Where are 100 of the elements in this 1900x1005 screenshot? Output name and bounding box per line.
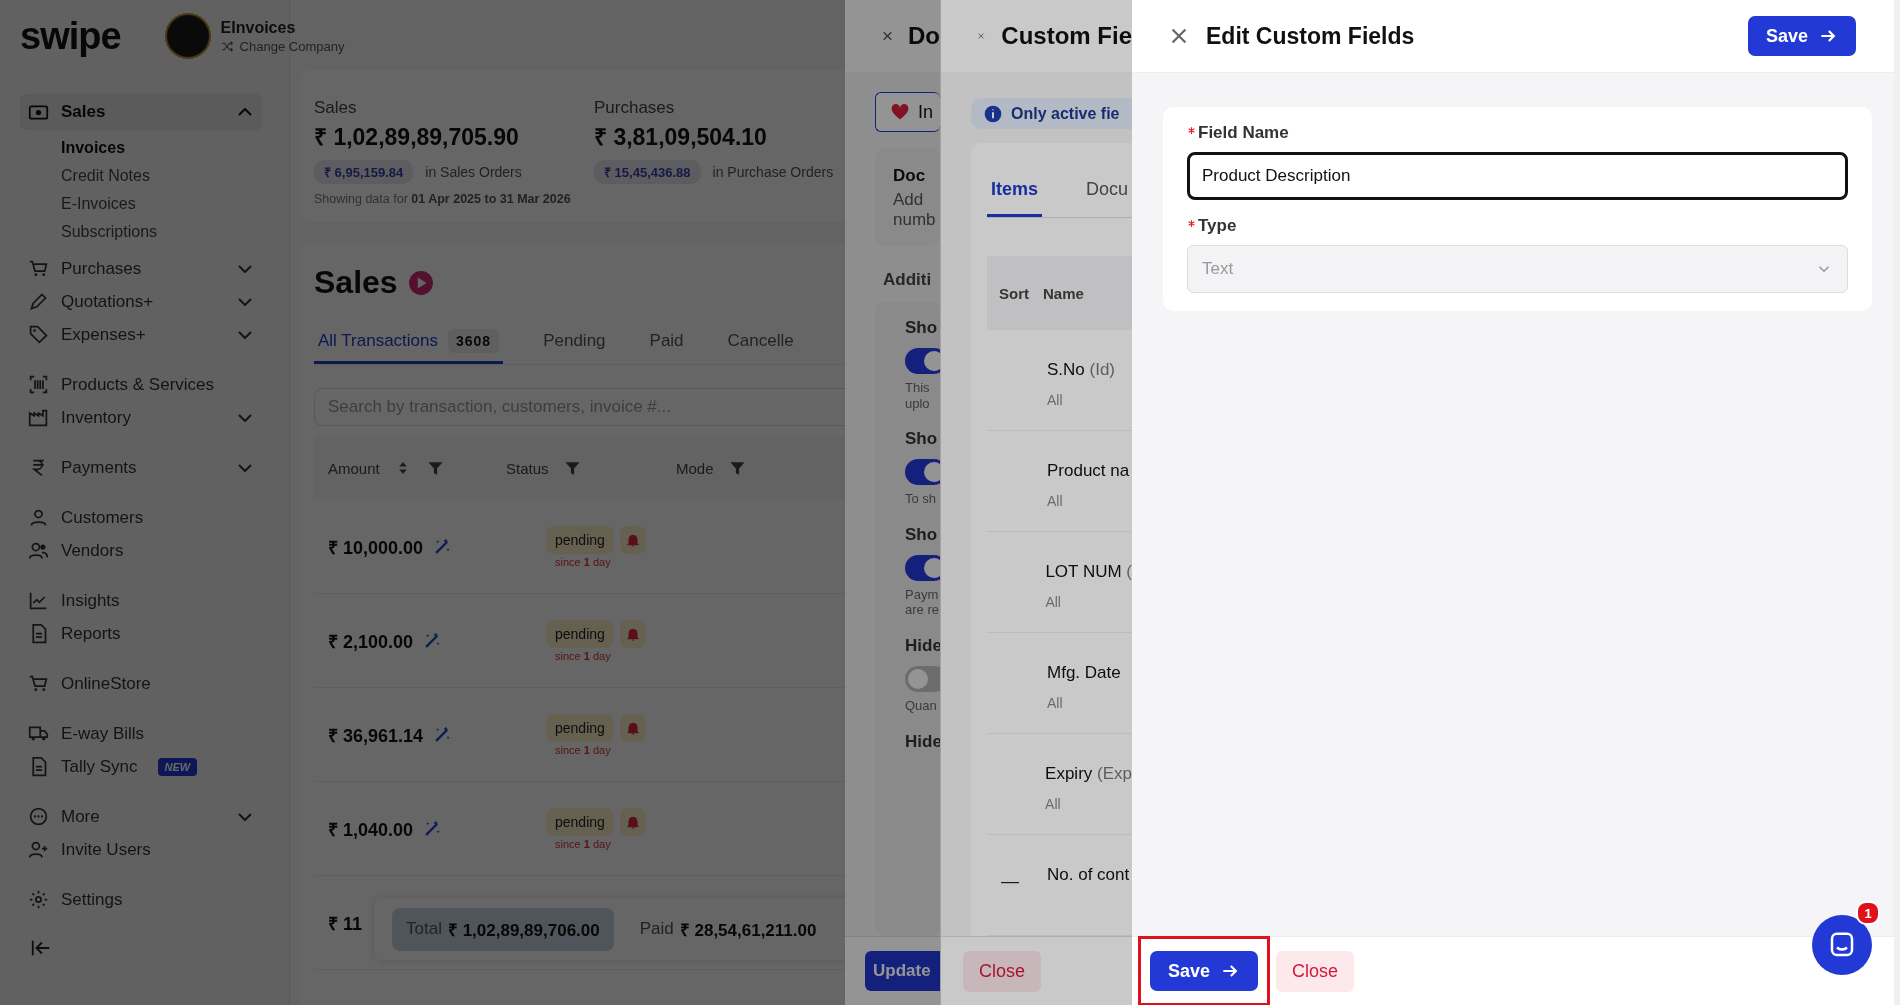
- column-header[interactable]: Amount: [328, 459, 380, 477]
- amount-cell-text: ₹ 2,100.00: [328, 630, 414, 653]
- toggle-switch[interactable]: [905, 554, 940, 581]
- order-amount-chip: ₹ 6,95,159.84: [314, 160, 414, 184]
- since-text: since 1 day: [554, 837, 611, 850]
- feature-button[interactable]: In: [875, 92, 940, 132]
- nav-item[interactable]: Customers: [20, 501, 262, 534]
- since-text: since 1 day: [554, 555, 611, 568]
- order-amount-chip: ₹ 15,45,436.88: [594, 160, 701, 184]
- cart-icon: [28, 673, 49, 694]
- nav-item[interactable]: Settings: [20, 883, 262, 916]
- field-name: Mfg. Date: [1047, 663, 1121, 683]
- column-header: Name: [1043, 284, 1084, 302]
- field-name: Product na: [1047, 461, 1130, 481]
- nav-item[interactable]: OnlineStore: [20, 667, 262, 700]
- field-scope: All: [1047, 695, 1064, 711]
- reminder-button[interactable]: [619, 525, 646, 554]
- total-chip[interactable]: Total ₹ 1,02,89,89,706.00: [392, 907, 614, 951]
- company-name: EInvoices: [220, 18, 297, 37]
- field-name: S.No (Id): [1047, 360, 1116, 380]
- drag-handle[interactable]: —: [1001, 871, 1019, 891]
- nav-item[interactable]: Quotations+: [20, 285, 262, 318]
- drawer-title: Edit Custom Fields: [1206, 22, 1415, 50]
- reminder-button[interactable]: [619, 713, 646, 742]
- column-header: Sort: [999, 284, 1029, 302]
- nav-item[interactable]: Payments: [20, 451, 262, 484]
- order-label: in Purchase Orders: [712, 164, 834, 180]
- play-video-icon: [407, 269, 434, 296]
- amount-cell-text: ₹ 36,961.14: [328, 724, 424, 747]
- nav-subitem[interactable]: E-Invoices: [61, 190, 289, 218]
- nav-item[interactable]: More: [20, 800, 262, 833]
- setting-label: Sho: [905, 318, 939, 338]
- nav-item[interactable]: Tally Sync NEW: [20, 750, 262, 783]
- field-scope: All: [1047, 493, 1064, 509]
- field-label: Field Name: [1198, 123, 1289, 143]
- dots-icon: [28, 806, 49, 827]
- nav-subitem[interactable]: Subscriptions: [61, 218, 289, 246]
- toggle-switch[interactable]: [905, 459, 940, 486]
- order-label: in Sales Orders: [425, 164, 522, 180]
- nav-item[interactable]: Inventory: [20, 401, 262, 434]
- nav-subitem[interactable]: Invoices: [61, 134, 289, 162]
- field-scope: All: [1047, 392, 1064, 408]
- close-button[interactable]: Close: [1276, 950, 1355, 992]
- nav-item[interactable]: Purchases: [20, 252, 262, 285]
- stat-label: Purchases: [594, 98, 676, 118]
- transaction-tab[interactable]: Paid: [645, 323, 688, 364]
- document-card: Doc Add numb: [875, 148, 940, 246]
- field-label: Type: [1198, 216, 1237, 236]
- add-person-icon: [28, 839, 49, 860]
- chart-icon: [28, 590, 49, 611]
- text-field[interactable]: Product Description: [1187, 152, 1848, 200]
- setting-note: To sh: [905, 491, 938, 507]
- transaction-tab[interactable]: All Transactions 3608: [314, 323, 504, 364]
- count-badge: 3608: [448, 329, 500, 353]
- page-title: Sales: [314, 264, 398, 301]
- close-button[interactable]: Close: [963, 950, 1042, 992]
- reminder-button[interactable]: [619, 807, 646, 836]
- company-logo[interactable]: [164, 13, 211, 59]
- nav-item[interactable]: Sales: [20, 94, 262, 130]
- nav-item[interactable]: Expenses+: [20, 318, 262, 351]
- column-header[interactable]: Mode: [676, 459, 714, 477]
- save-button[interactable]: Save: [1747, 16, 1856, 56]
- toggle-switch[interactable]: [905, 665, 940, 692]
- required-icon: [1187, 219, 1196, 228]
- nav-item[interactable]: Products & Services: [20, 368, 262, 401]
- update-button[interactable]: Update: [865, 951, 940, 991]
- nav-subitem[interactable]: Credit Notes: [61, 162, 289, 190]
- reminder-button[interactable]: [619, 619, 646, 648]
- drawer-title: Custom Fie: [1001, 22, 1132, 50]
- nav-item[interactable]: E-way Bills: [20, 717, 262, 750]
- pencil-icon: [28, 291, 49, 312]
- setting-note: Paym are re: [905, 586, 940, 618]
- field-scope: All: [1045, 594, 1062, 610]
- stat-amount: ₹ 1,02,89,89,705.90: [314, 123, 520, 152]
- field-name: LOT NUM (: [1045, 562, 1132, 582]
- toggle-switch[interactable]: [905, 348, 940, 374]
- stat-label: Sales: [314, 98, 358, 118]
- nav-item[interactable]: Reports: [20, 617, 262, 650]
- save-button[interactable]: Save: [1150, 951, 1259, 991]
- transaction-tab[interactable]: Pending: [539, 323, 610, 364]
- status-badge: pending: [546, 807, 614, 836]
- amount-cell-text: ₹ 1,040.00: [328, 818, 414, 841]
- nav-item[interactable]: Insights: [20, 584, 262, 617]
- total-chip[interactable]: Paid ₹ 28,54,61,211.00: [625, 907, 831, 951]
- nav-item[interactable]: Vendors: [20, 534, 262, 567]
- fields-tab[interactable]: Items: [987, 173, 1043, 217]
- setting-label: Sho: [905, 524, 939, 545]
- notification-badge: 1: [1856, 901, 1880, 925]
- field-name: No. of cont: [1047, 865, 1130, 885]
- section-heading: Additi: [883, 270, 933, 290]
- status-badge: pending: [546, 619, 614, 648]
- shuffle-icon: [220, 39, 234, 53]
- column-header[interactable]: Status: [506, 459, 549, 477]
- nav-item[interactable]: Invite Users: [20, 833, 262, 866]
- heart-icon: [890, 102, 910, 122]
- status-badge: pending: [546, 713, 614, 742]
- fields-tab[interactable]: Docu: [1082, 173, 1132, 217]
- change-company-link[interactable]: Change Company: [220, 38, 345, 54]
- transaction-tab[interactable]: Cancelle: [723, 323, 798, 364]
- person-icon: [28, 507, 49, 528]
